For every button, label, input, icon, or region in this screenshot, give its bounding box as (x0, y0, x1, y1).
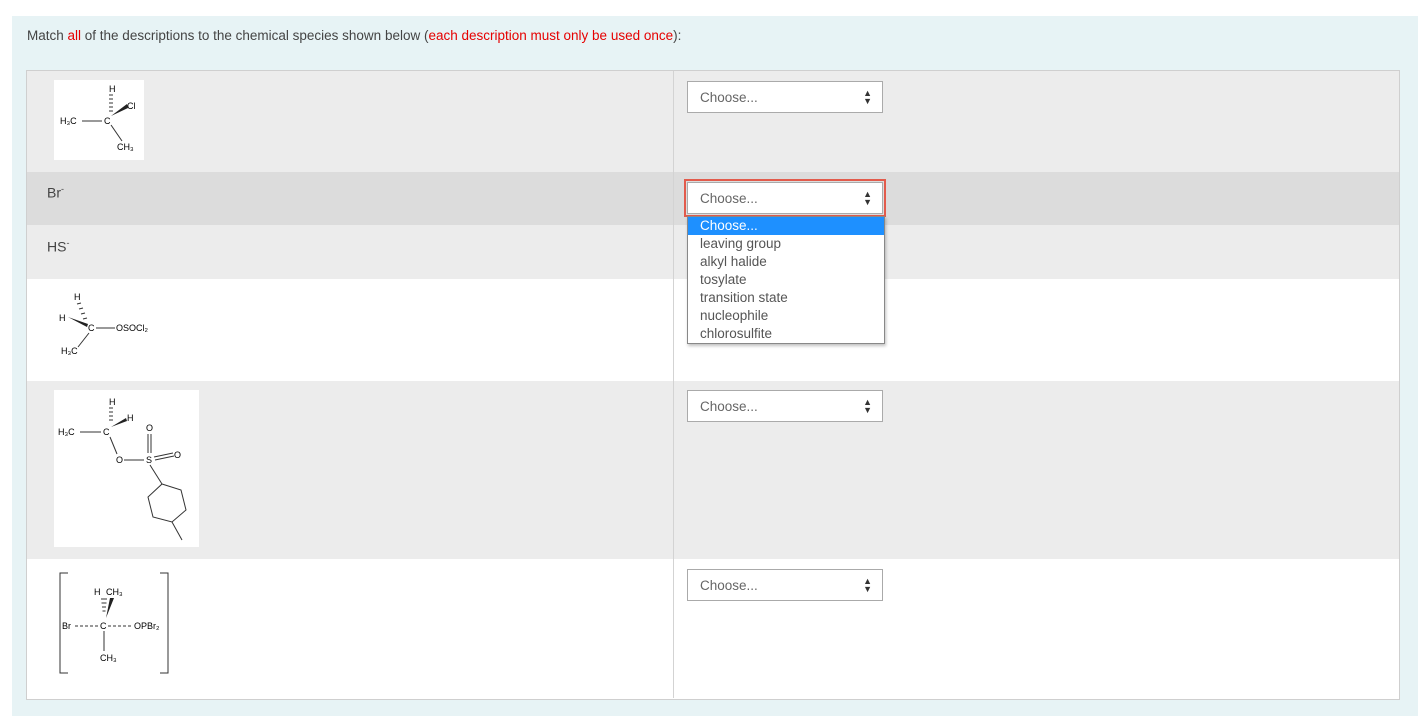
column-divider (673, 559, 674, 698)
atom-h-top: H (109, 397, 116, 407)
molecule-transition-state: H CH₃ Br C OPBr₂ CH₃ (54, 569, 174, 679)
stem-text: HS (47, 238, 67, 255)
question-panel: Match all of the descriptions to the che… (12, 16, 1418, 716)
option-chlorosulfite[interactable]: chlorosulfite (688, 325, 884, 343)
atom-h3c: H₃C (58, 427, 75, 437)
instruction-part2: of the descriptions to the chemical spec… (81, 28, 429, 43)
match-table: H Cl H₃C C CH₃ Choose... ▲ ▼ Br- Choose.… (26, 70, 1400, 700)
atom-o-top: O (146, 423, 153, 433)
option-transition-state[interactable]: transition state (688, 289, 884, 307)
option-nucleophile[interactable]: nucleophile (688, 307, 884, 325)
atom-c: C (88, 323, 95, 333)
atom-ch3-top: CH₃ (106, 587, 123, 597)
stem-charge: - (66, 238, 70, 248)
instruction-part3: ): (673, 28, 682, 43)
dropdown-options-list: Choose... leaving group alkyl halide tos… (687, 216, 885, 344)
option-tosylate[interactable]: tosylate (688, 271, 884, 289)
atom-h3c: H₃C (60, 116, 77, 126)
option-leaving-group[interactable]: leaving group (688, 235, 884, 253)
sort-arrows-icon: ▲ ▼ (863, 88, 872, 106)
atom-o-link: O (116, 455, 123, 465)
column-divider (673, 71, 674, 172)
column-divider (673, 279, 674, 381)
stem-hydrosulfide: HS- (47, 238, 69, 255)
match-row-6: H CH₃ Br C OPBr₂ CH₃ Choose... ▲ ▼ (27, 559, 1399, 698)
molecule-2-chloropropane: H Cl H₃C C CH₃ (54, 80, 144, 160)
instruction-emphasis: each description must only be used once (428, 28, 674, 43)
sort-arrows-icon: ▲ ▼ (863, 397, 872, 415)
match-select-2[interactable]: Choose... ▲ ▼ (684, 179, 886, 217)
atom-c: C (100, 621, 107, 631)
match-select-5[interactable]: Choose... ▲ ▼ (687, 390, 883, 422)
match-select-6[interactable]: Choose... ▲ ▼ (687, 569, 883, 601)
instruction-part1: Match (27, 28, 68, 43)
sort-arrows-icon: ▲ ▼ (863, 189, 872, 207)
atom-cl: Cl (127, 101, 136, 111)
select-value: Choose... (700, 191, 758, 206)
atom-group: OSOCl₂ (116, 323, 149, 333)
atom-h-top: H (74, 292, 81, 302)
atom-s: S (146, 455, 152, 465)
match-select-1[interactable]: Choose... ▲ ▼ (687, 81, 883, 113)
atom-group: OPBr₂ (134, 621, 160, 631)
atom-br: Br (62, 621, 71, 631)
select-value: Choose... (700, 399, 758, 414)
atom-ch3: CH₃ (117, 142, 134, 152)
atom-h-left: H (59, 313, 66, 323)
select-value: Choose... (700, 578, 758, 593)
stem-text: Br (47, 184, 61, 201)
instruction-text: Match all of the descriptions to the che… (27, 28, 681, 43)
atom-o-right: O (174, 450, 181, 460)
atom-c: C (104, 116, 111, 126)
atom-h3c: H₃C (61, 346, 78, 356)
atom-c: C (103, 427, 110, 437)
match-row-5: H H H₃C C O O S O Choose... ▲ ▼ (27, 381, 1399, 560)
option-alkyl-halide[interactable]: alkyl halide (688, 253, 884, 271)
column-divider (673, 381, 674, 559)
atom-h: H (94, 587, 101, 597)
atom-h-right: H (127, 413, 134, 423)
atom-ch3-bottom: CH₃ (100, 653, 117, 663)
option-choose[interactable]: Choose... (688, 217, 884, 235)
molecule-chlorosulfite: H H C OSOCl₂ H₃C (54, 287, 164, 367)
stem-bromide: Br- (47, 184, 64, 201)
column-divider (673, 172, 674, 225)
column-divider (673, 225, 674, 279)
stem-charge: - (61, 184, 64, 194)
instruction-all: all (67, 28, 82, 43)
select-value: Choose... (700, 90, 758, 105)
sort-arrows-icon: ▲ ▼ (863, 576, 872, 594)
match-row-1: H Cl H₃C C CH₃ Choose... ▲ ▼ (27, 71, 1399, 173)
atom-h: H (109, 84, 116, 94)
molecule-tosylate: H H H₃C C O O S O (54, 390, 199, 547)
